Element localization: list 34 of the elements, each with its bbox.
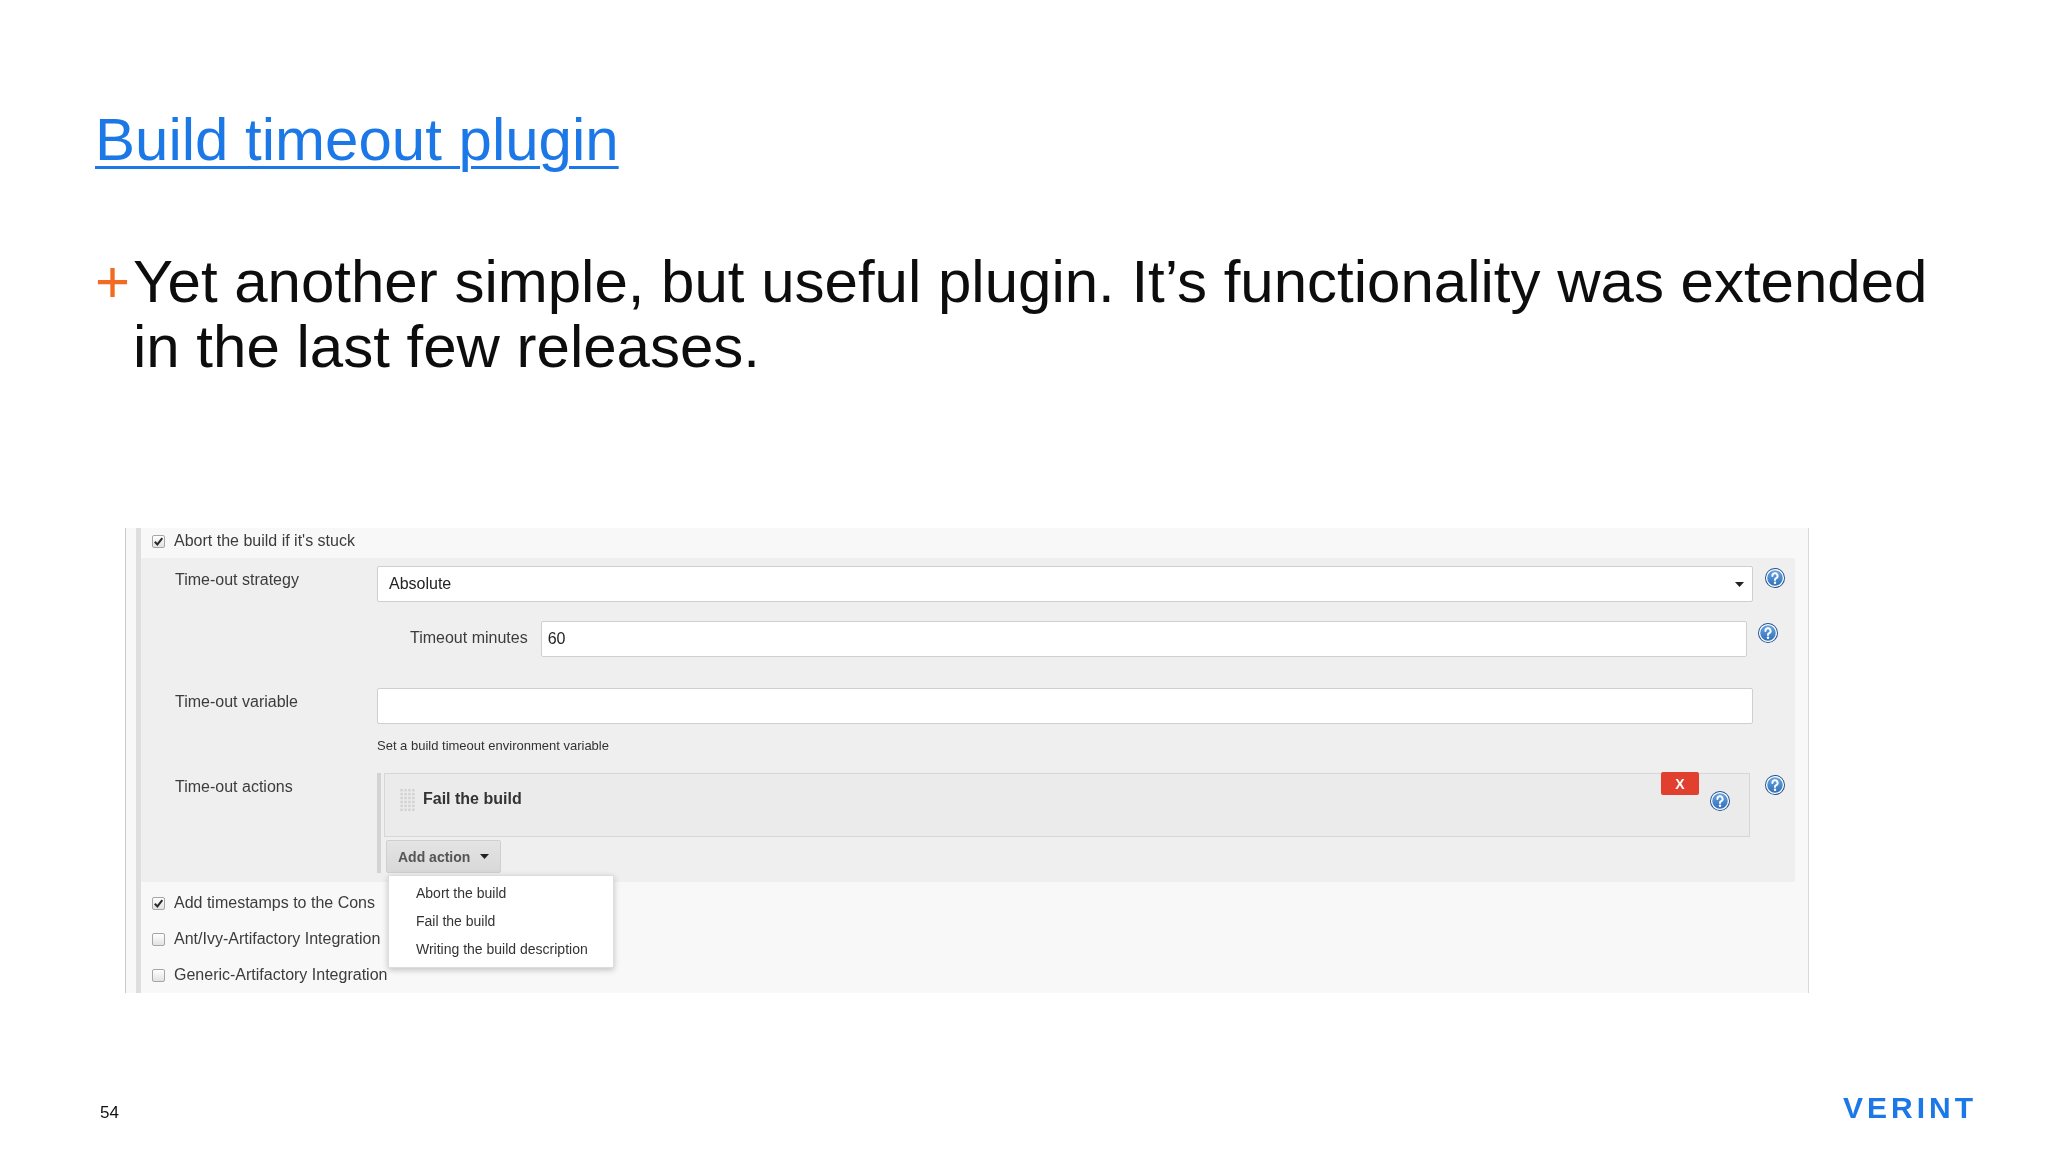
- title-link[interactable]: Build timeout plugin: [95, 106, 619, 173]
- delete-button[interactable]: X: [1661, 772, 1699, 795]
- checkbox[interactable]: [152, 968, 165, 982]
- field-label: Time-out strategy: [175, 570, 299, 589]
- slide-number: 54: [100, 1104, 119, 1121]
- menu-item[interactable]: Writing the build description: [389, 935, 613, 963]
- checkbox-label: Generic-Artifactory Integration: [174, 966, 388, 984]
- action-title: Fail the build: [423, 790, 522, 808]
- add-action-button[interactable]: Add action: [386, 840, 501, 873]
- checkbox[interactable]: [152, 534, 165, 548]
- field-label: Time-out variable: [175, 692, 298, 711]
- help-icon[interactable]: [1758, 623, 1778, 643]
- help-icon[interactable]: [1710, 791, 1730, 811]
- checkbox[interactable]: [152, 896, 165, 910]
- caret-down-icon: [1735, 581, 1744, 587]
- text-field[interactable]: 60: [540, 621, 1747, 657]
- menu-item[interactable]: Fail the build: [389, 907, 613, 935]
- checkbox-label: Ant/Ivy-Artifactory Integration: [174, 930, 381, 948]
- field-label: Timeout minutes: [410, 628, 528, 647]
- bullet-text: Yet another simple, but useful plugin. It’s functionality was extended in the last few releases.: [133, 249, 1929, 379]
- checkbox[interactable]: [152, 932, 165, 946]
- dropdown-field[interactable]: Absolute: [377, 566, 1753, 602]
- checkbox-label: Add timestamps to the Cons: [174, 894, 375, 912]
- help-icon[interactable]: [1765, 775, 1785, 795]
- menu-item[interactable]: Abort the build: [389, 879, 613, 907]
- field-label: Time-out actions: [175, 777, 293, 796]
- grip-icon[interactable]: [400, 789, 415, 811]
- caret-down-icon: [480, 854, 490, 859]
- bullet-marker: +: [95, 249, 132, 317]
- logo-text: VERINT: [1843, 1093, 1977, 1123]
- help-icon[interactable]: [1765, 568, 1785, 588]
- text-field[interactable]: [377, 688, 1753, 724]
- help-text: Set a build timeout environment variable: [377, 738, 609, 753]
- checkbox-label: Abort the build if it's stuck: [174, 532, 355, 550]
